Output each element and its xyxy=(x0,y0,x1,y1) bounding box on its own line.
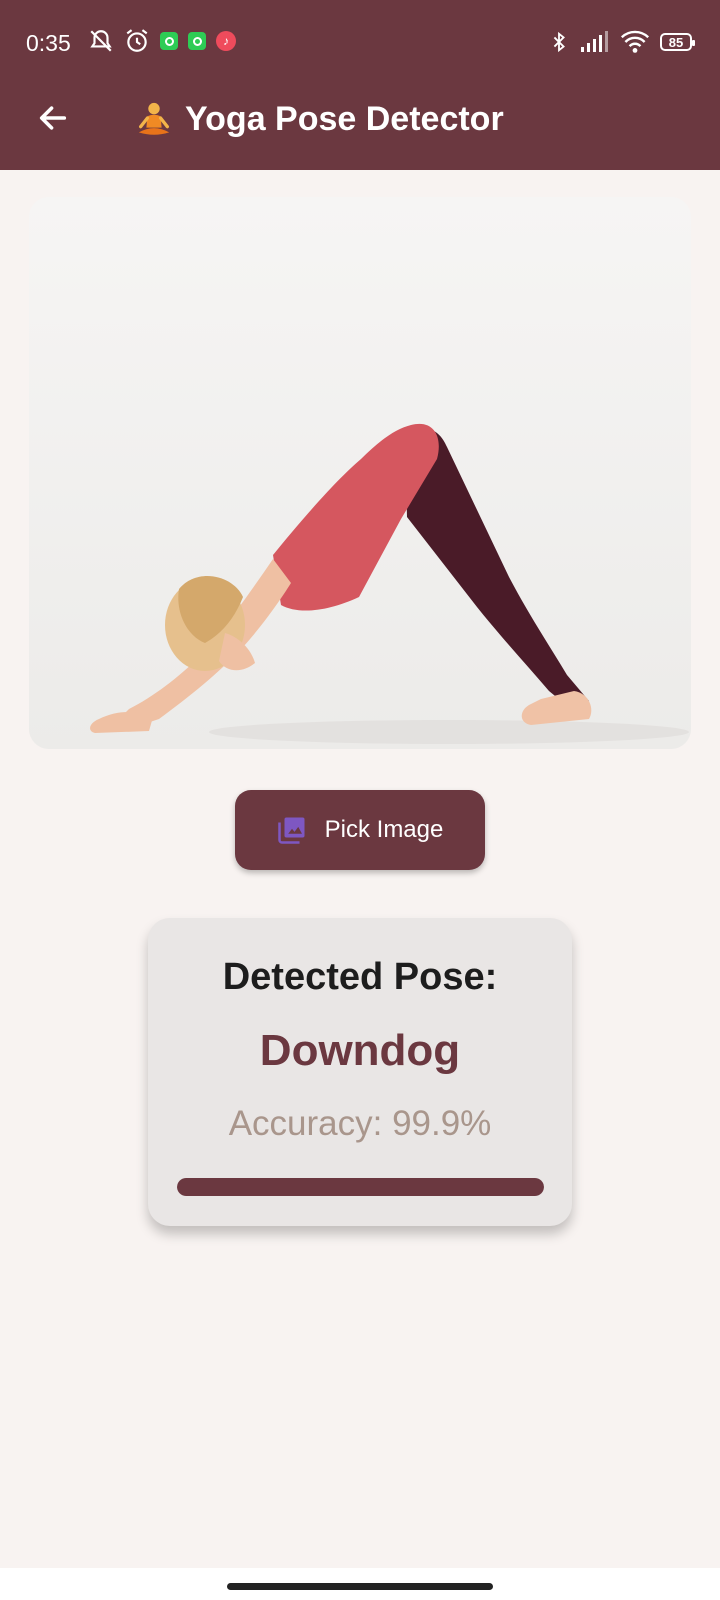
signal-icon xyxy=(581,31,608,52)
accuracy-progress-fill xyxy=(177,1178,544,1196)
wifi-icon xyxy=(620,30,650,53)
status-bar: 0:35 ♪ 85 xyxy=(0,24,720,64)
result-heading: Detected Pose: xyxy=(222,956,498,998)
status-time: 0:35 xyxy=(26,30,71,56)
system-nav-bar xyxy=(0,1568,720,1600)
mute-icon xyxy=(90,30,112,52)
pose-image-preview xyxy=(29,197,691,749)
result-card: Detected Pose: Downdog Accuracy: 99.9% xyxy=(148,918,572,1226)
accuracy-progress-bar xyxy=(177,1178,544,1196)
whatsapp-icon xyxy=(188,32,206,50)
status-right-icons: 85 xyxy=(548,30,695,54)
pick-image-label: Pick Image xyxy=(324,816,444,843)
accuracy-text: Accuracy: 99.9% xyxy=(228,1104,492,1143)
whatsapp-icon xyxy=(160,32,178,50)
bluetooth-icon xyxy=(553,31,565,53)
alarm-icon xyxy=(126,29,148,52)
page-title-text: Yoga Pose Detector xyxy=(185,100,504,138)
person-in-lotus-position-icon xyxy=(138,102,170,135)
app-header: 0:35 ♪ 85 Yoga Pose Detector xyxy=(0,0,720,170)
detected-pose-name: Downdog xyxy=(259,1026,461,1075)
pick-image-button[interactable]: Pick Image xyxy=(235,790,485,870)
status-left-icons: ♪ xyxy=(88,28,236,54)
music-icon: ♪ xyxy=(216,31,236,51)
battery-level: 85 xyxy=(668,34,684,50)
woman-downward-dog-photo xyxy=(29,197,691,749)
page-title: Yoga Pose Detector xyxy=(135,100,504,139)
photo-library-icon xyxy=(277,817,305,844)
arrow-back-icon[interactable] xyxy=(36,101,70,135)
home-gesture-handle[interactable] xyxy=(227,1583,493,1590)
battery-icon: 85 xyxy=(660,33,695,51)
